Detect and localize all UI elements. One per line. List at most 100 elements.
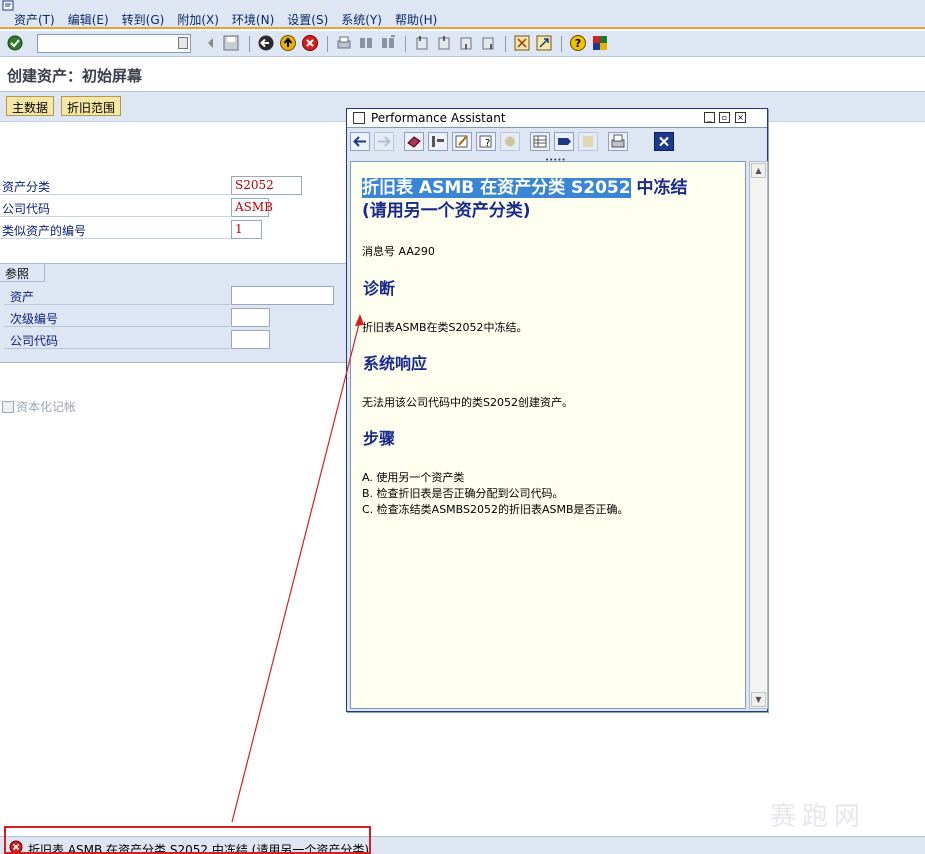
similar-assets-label: 类似资产的编号 (2, 224, 87, 238)
pa-print-icon[interactable] (608, 132, 628, 151)
menu-asset[interactable]: 资产(T) (14, 11, 55, 28)
row-underline (0, 238, 230, 239)
toolbar-separator (505, 36, 506, 52)
pa-procedure-step: A. 使用另一个资产类 (362, 471, 465, 484)
pa-message-number: 消息号 AA290 (362, 245, 435, 258)
cancel-icon[interactable] (301, 34, 319, 52)
save-icon[interactable] (222, 34, 240, 52)
svg-text:?: ? (485, 138, 490, 149)
ref-subnumber-field[interactable] (231, 308, 270, 327)
watermark-logo: 赛跑网 (770, 802, 867, 832)
layout-icon[interactable] (591, 34, 609, 52)
sap-window: 资产(T) 编辑(E) 转到(G) 附加(X) 环境(N) 设置(S) 系统(Y… (0, 0, 925, 854)
pa-system-response-text: 无法用该公司代码中的类S2052创建资产。 (362, 396, 573, 409)
pa-diagnosis-title: 诊断 (363, 279, 396, 298)
pa-extended-help-icon[interactable] (500, 132, 520, 151)
annotation-highlight-box (4, 826, 371, 854)
enter-icon[interactable] (6, 34, 24, 52)
pa-structure-icon[interactable] (530, 132, 550, 151)
minimize-icon[interactable]: _ (704, 112, 715, 123)
restore-icon[interactable]: ▫ (719, 112, 730, 123)
similar-assets-field[interactable]: 1 (231, 220, 262, 239)
master-data-button[interactable]: 主数据 (6, 96, 55, 116)
last-page-icon[interactable] (479, 34, 497, 52)
find-next-icon[interactable] (379, 34, 397, 52)
pa-bookmark-icon[interactable] (578, 132, 598, 151)
toolbar-separator (561, 36, 562, 52)
ref-company-code-field[interactable] (231, 330, 270, 349)
row-underline (0, 216, 230, 217)
asset-class-field[interactable]: S2052 (231, 176, 302, 195)
capitalization-label: 资本化记帐 (16, 400, 77, 414)
pa-technical-info-icon[interactable] (428, 132, 448, 151)
row-underline (4, 304, 230, 305)
pa-help-text: 折旧表 ASMB 在资产分类 S2052 中冻结 (请用另一个资产分类) 消息号… (350, 161, 746, 709)
row-underline (4, 348, 230, 349)
help-icon[interactable]: ? (569, 34, 587, 52)
close-icon[interactable]: × (735, 112, 746, 123)
command-field[interactable] (37, 34, 191, 53)
pa-window-title: Performance Assistant (371, 111, 506, 125)
pa-window-icon (353, 112, 365, 124)
svg-text:?: ? (575, 37, 581, 50)
row-underline (0, 194, 230, 195)
menu-bar: 资产(T) 编辑(E) 转到(G) 附加(X) 环境(N) 设置(S) 系统(Y… (0, 0, 925, 29)
menu-edit[interactable]: 编辑(E) (68, 11, 109, 28)
prev-page-icon[interactable] (435, 34, 453, 52)
pa-edit-icon[interactable] (452, 132, 472, 151)
pa-toolbar: ? (347, 129, 767, 155)
asset-class-label: 资产分类 (2, 180, 51, 194)
toolbar-separator (249, 36, 250, 52)
pa-heading-highlight: 折旧表 ASMB 在资产分类 S2052 (362, 178, 631, 198)
page-title: 创建资产：初始屏幕 (7, 67, 143, 85)
screen-title-bar: 创建资产：初始屏幕 (0, 57, 925, 92)
company-code-field[interactable]: ASMB (231, 198, 273, 217)
pa-label-icon[interactable] (554, 132, 574, 151)
capitalization-checkbox[interactable] (2, 400, 14, 413)
menu-settings[interactable]: 设置(S) (287, 11, 328, 28)
menu-extras[interactable]: 附加(X) (177, 11, 219, 28)
command-history-button[interactable] (178, 37, 188, 49)
print-icon[interactable] (335, 34, 353, 52)
find-icon[interactable] (357, 34, 375, 52)
menu-system[interactable]: 系统(Y) (341, 11, 382, 28)
pa-procedure-title: 步骤 (363, 429, 396, 448)
pa-back-icon[interactable] (350, 132, 370, 151)
pa-title-bar[interactable]: Performance Assistant _ ▫ × (347, 109, 767, 128)
menu-environment[interactable]: 环境(N) (232, 11, 274, 28)
ref-asset-label: 资产 (10, 290, 35, 304)
create-session-icon[interactable] (513, 34, 531, 52)
performance-assistant-window: Performance Assistant _ ▫ × ? ••••• 折旧表 … (346, 108, 768, 712)
scroll-down-icon[interactable]: ▼ (751, 692, 766, 707)
next-page-icon[interactable] (457, 34, 475, 52)
reference-group-title: 参照 (0, 264, 45, 282)
capitalization-checkbox-row: 资本化记帐 (2, 398, 76, 415)
pa-system-response-title: 系统响应 (363, 354, 428, 373)
pa-heading-rest: 中冻结 (630, 178, 688, 198)
depreciation-areas-button[interactable]: 折旧范围 (61, 96, 122, 116)
pa-heading-line2: (请用另一个资产分类) (362, 201, 531, 221)
pa-close-icon[interactable] (654, 132, 674, 151)
pa-diagnosis-text: 折旧表ASMB在类S2052中冻结。 (362, 321, 528, 334)
menu-goto[interactable]: 转到(G) (122, 11, 165, 28)
ref-company-code-label: 公司代码 (10, 334, 59, 348)
exit-icon[interactable] (279, 34, 297, 52)
first-page-icon[interactable] (413, 34, 431, 52)
pa-heading: 折旧表 ASMB 在资产分类 S2052 中冻结 (请用另一个资产分类) (362, 177, 722, 223)
standard-toolbar: ? (0, 31, 925, 57)
arrow-left-small-icon[interactable] (202, 34, 220, 52)
scroll-up-icon[interactable]: ▲ (751, 163, 766, 178)
menu-help[interactable]: 帮助(H) (395, 11, 437, 28)
shortcut-icon[interactable] (535, 34, 553, 52)
pa-vertical-scrollbar[interactable]: ▲ ▼ (749, 161, 768, 709)
pa-context-icon[interactable]: ? (476, 132, 496, 151)
pa-library-icon[interactable] (404, 132, 424, 151)
back-icon[interactable] (257, 34, 275, 52)
pa-procedure-step: C. 检查冻结类ASMBS2052的折旧表ASMB是否正确。 (362, 503, 629, 516)
ref-subnumber-label: 次级编号 (10, 312, 59, 326)
toolbar-separator (327, 36, 328, 52)
pa-forward-icon[interactable] (374, 132, 394, 151)
reference-group: 参照 资产 次级编号 公司代码 (0, 263, 347, 363)
toolbar-separator (405, 36, 406, 52)
ref-asset-field[interactable] (231, 286, 334, 305)
